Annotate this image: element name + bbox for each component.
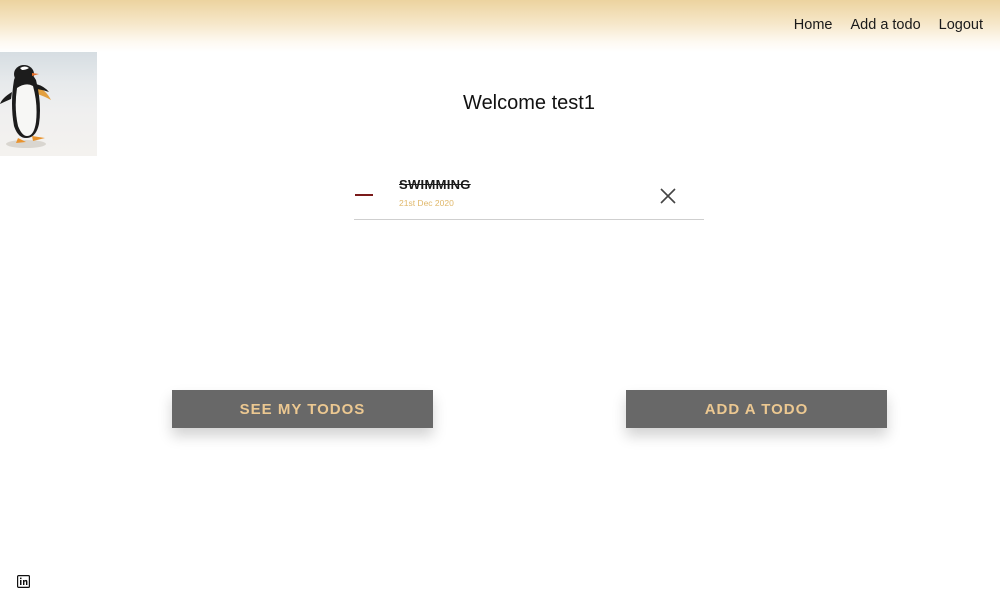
- add-a-todo-button[interactable]: ADD A TODO: [626, 390, 887, 428]
- nav-home-link[interactable]: Home: [794, 17, 833, 33]
- nav-add-todo-link[interactable]: Add a todo: [850, 17, 920, 33]
- close-icon[interactable]: [660, 188, 676, 204]
- completed-marker: [355, 194, 373, 196]
- nav-logout-link[interactable]: Logout: [939, 17, 983, 33]
- linkedin-icon[interactable]: [17, 575, 31, 589]
- todo-item: SWIMMING 21st Dec 2020: [354, 170, 704, 220]
- header-bar: Home Add a todo Logout: [0, 0, 1000, 52]
- see-my-todos-button[interactable]: SEE MY TODOS: [172, 390, 433, 428]
- todo-title[interactable]: SWIMMING: [399, 177, 471, 192]
- todo-date: 21st Dec 2020: [399, 198, 454, 208]
- welcome-heading: Welcome test1: [463, 92, 595, 114]
- page: Home Add a todo Logout Welcome test1 SWI…: [0, 0, 1000, 600]
- top-nav: Home Add a todo Logout: [794, 17, 983, 33]
